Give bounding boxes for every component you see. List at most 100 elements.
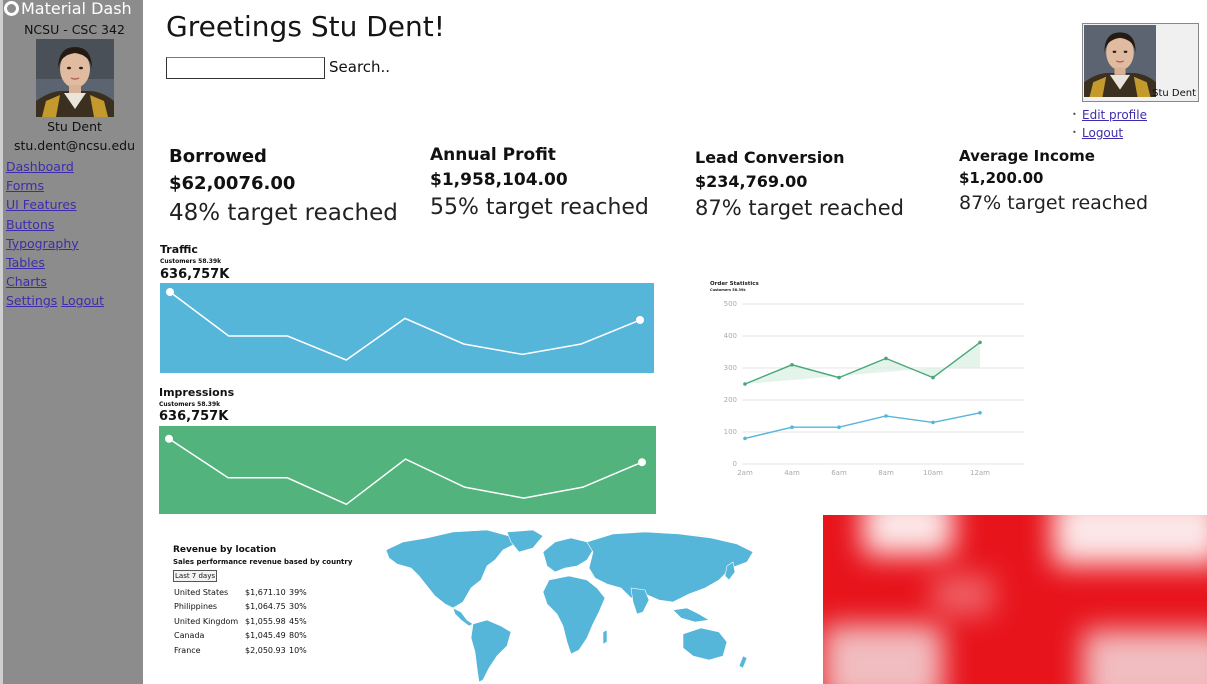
blurred-red-image <box>823 515 1207 684</box>
profile-menu: Edit profile Logout <box>1072 106 1147 142</box>
revenue-pct-cell: 45% <box>289 616 307 626</box>
data-point <box>790 425 794 429</box>
table-row: Philippines $1,064.75 30% <box>174 600 307 615</box>
nav-logout[interactable]: Logout <box>61 291 104 310</box>
brand[interactable]: Material Dash <box>4 0 146 20</box>
y-tick-label: 100 <box>724 428 737 436</box>
x-tick-label: 2am <box>737 469 753 477</box>
table-row: France $2,050.93 10% <box>174 643 307 658</box>
nav-buttons[interactable]: Buttons <box>6 215 104 234</box>
revenue-pct-cell: 80% <box>289 631 307 641</box>
course-label: NCSU - CSC 342 <box>24 22 125 37</box>
y-tick-label: 300 <box>724 364 737 372</box>
search-label: Search.. <box>329 58 391 76</box>
profile-avatar <box>1084 25 1156 97</box>
revenue-pct-cell: 10% <box>289 645 307 655</box>
sidebar: Material Dash NCSU - CSC 342 Stu Dent st… <box>0 0 143 684</box>
stat-amount: $1,958,104.00 <box>430 170 568 190</box>
revenue-pct-cell: 39% <box>289 587 307 597</box>
impressions-value: 636,757K <box>159 409 229 424</box>
data-point <box>931 375 935 380</box>
x-tick-label: 10am <box>923 469 943 477</box>
chart-title: Order Statistics <box>710 281 760 287</box>
side-nav: Dashboard Forms UI Features Buttons Typo… <box>6 157 104 311</box>
data-point <box>978 411 982 415</box>
profile-card[interactable]: Stu Dent <box>1082 23 1199 102</box>
revenue-country-cell: United States <box>174 587 229 597</box>
stat-card-average-income: Average Income $1,200.00 87% target reac… <box>959 147 1148 214</box>
traffic-chart <box>160 283 654 373</box>
revenue-country-cell: United Kingdom <box>174 616 239 626</box>
stat-target: 87% target reached <box>695 196 904 220</box>
stat-title: Lead Conversion <box>695 148 845 167</box>
revenue-amount-cell: $2,050.93 <box>245 645 286 655</box>
chart-background <box>160 283 654 373</box>
data-point <box>743 382 747 386</box>
world-map <box>385 529 754 683</box>
brand-text: Material Dash <box>21 0 132 18</box>
profile-menu-item: Logout <box>1072 124 1147 142</box>
stat-target: 55% target reached <box>430 195 649 220</box>
nav-dashboard[interactable]: Dashboard <box>6 157 104 176</box>
revenue-table: United States $1,671.10 39% Philippines $1,0… <box>174 585 307 658</box>
revenue-country-cell: Philippines <box>174 602 218 612</box>
nav-forms[interactable]: Forms <box>6 176 104 195</box>
stat-title: Annual Profit <box>430 145 556 165</box>
traffic-subtitle: Customers 58.39k <box>160 258 222 265</box>
user-email: stu.dent@ncsu.edu <box>13 138 135 153</box>
edit-profile-link[interactable]: Edit profile <box>1082 108 1147 122</box>
stat-title: Borrowed <box>169 146 267 167</box>
series-area <box>745 342 980 384</box>
series-line <box>744 412 981 440</box>
stat-card-annual-profit: Annual Profit $1,958,104.00 55% target r… <box>430 145 649 220</box>
stat-title: Average Income <box>959 147 1095 165</box>
revenue-country-cell: Canada <box>174 631 205 641</box>
stat-target: 87% target reached <box>959 192 1149 214</box>
data-point <box>837 425 841 429</box>
avatar <box>36 39 114 117</box>
table-row: United Kingdom $1,055.98 45% <box>174 614 307 629</box>
y-tick-label: 500 <box>724 300 737 308</box>
y-tick-label: 0 <box>733 460 737 468</box>
stat-target: 48% target reached <box>169 200 398 226</box>
stat-card-borrowed: Borrowed $62,0076.00 48% target reached <box>169 146 398 226</box>
nav-tables[interactable]: Tables <box>6 253 104 272</box>
nav-settings[interactable]: Settings <box>6 291 57 310</box>
revenue-amount-cell: $1,671.10 <box>245 587 286 597</box>
x-tick-label: 4am <box>784 469 800 477</box>
revenue-title: Revenue by location <box>173 545 277 555</box>
chart-subtitle: Customers 58.39k <box>710 288 746 292</box>
revenue-amount-cell: $1,045.49 <box>245 631 286 641</box>
stat-card-lead-conversion: Lead Conversion $234,769.00 87% target r… <box>695 148 904 220</box>
table-row: United States $1,671.10 39% <box>174 585 307 600</box>
data-point <box>790 363 794 367</box>
nav-ui-features[interactable]: UI Features <box>6 195 104 214</box>
chart-background <box>159 426 656 514</box>
data-point <box>636 316 644 324</box>
logout-link[interactable]: Logout <box>1082 126 1123 140</box>
brand-logo-icon <box>4 1 19 16</box>
x-tick-label: 6am <box>831 469 847 477</box>
data-point <box>165 434 173 443</box>
revenue-amount-cell: $1,064.75 <box>245 602 286 612</box>
data-point <box>743 436 747 441</box>
data-point <box>978 340 982 345</box>
stat-amount: $62,0076.00 <box>169 173 296 194</box>
revenue-amount-cell: $1,055.98 <box>245 616 286 626</box>
impressions-title: Impressions <box>159 386 235 399</box>
data-point <box>884 414 888 418</box>
page-title: Greetings Stu Dent! <box>166 10 445 43</box>
data-point <box>837 375 841 380</box>
order-statistics-chart: Order StatisticsCustomers 58.39k 0 100 200 3… <box>710 281 1024 477</box>
nav-typography[interactable]: Typography <box>6 234 104 253</box>
x-tick-label: 8am <box>878 469 894 477</box>
nav-charts[interactable]: Charts <box>6 272 104 291</box>
profile-menu-item: Edit profile <box>1072 106 1147 124</box>
search-input[interactable] <box>166 57 325 79</box>
impressions-subtitle: Customers 58.39k <box>159 401 221 408</box>
data-point <box>638 458 646 467</box>
date-range-dropdown[interactable]: Last 7 days <box>173 570 218 582</box>
profile-name: Stu Dent <box>1152 88 1196 99</box>
stat-amount: $234,769.00 <box>695 172 808 191</box>
data-point <box>166 288 174 296</box>
